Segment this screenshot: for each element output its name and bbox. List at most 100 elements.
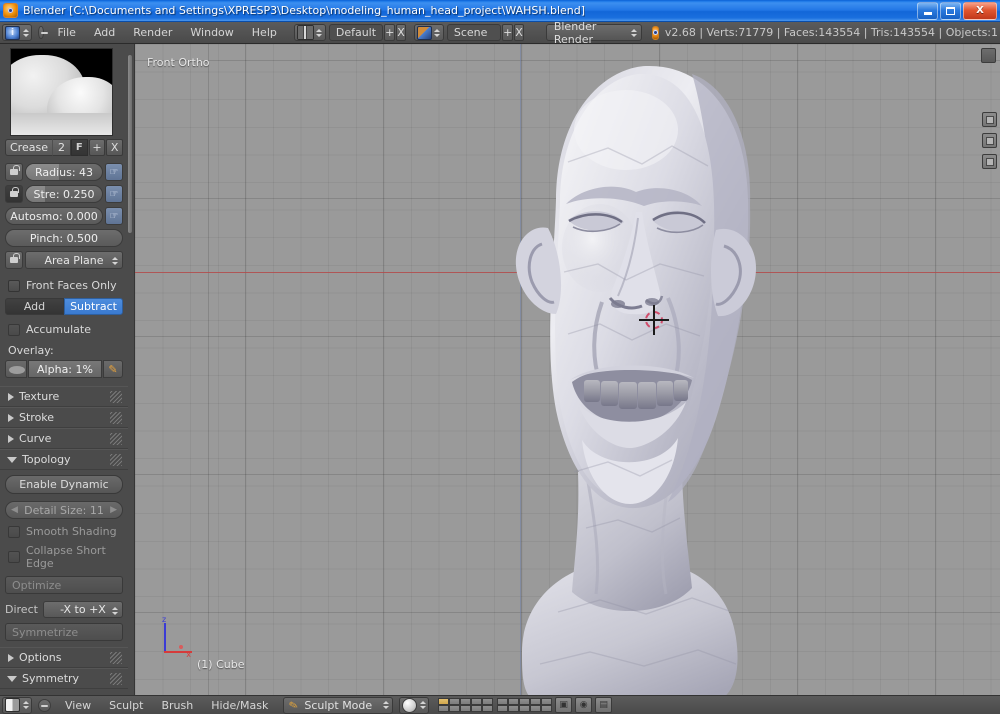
- unlink-brush-button[interactable]: X: [106, 139, 123, 156]
- collapse-menu-icon-bottom[interactable]: [38, 698, 51, 712]
- symmetrize-button[interactable]: Symmetrize: [5, 623, 123, 641]
- render-preview-icon[interactable]: ▣: [555, 697, 573, 713]
- interaction-mode-select[interactable]: ✎ Sculpt Mode: [283, 696, 394, 714]
- panel-header-texture[interactable]: Texture: [0, 386, 128, 407]
- editor-type-selector[interactable]: i: [2, 24, 32, 41]
- panel-header-symmetry[interactable]: Symmetry: [0, 668, 128, 689]
- menu-render[interactable]: Render: [124, 24, 181, 41]
- delete-screen-button[interactable]: X: [396, 24, 406, 41]
- layer-cell[interactable]: [482, 705, 494, 712]
- layer-cell[interactable]: [438, 705, 450, 712]
- layer-cell[interactable]: [449, 698, 461, 705]
- panel-header-stroke[interactable]: Stroke: [0, 407, 128, 428]
- brush-users-count[interactable]: 2: [51, 139, 71, 156]
- brush-pinch-slider[interactable]: Pinch: 0.500: [5, 229, 123, 247]
- screen-layout-name[interactable]: Default: [328, 24, 384, 41]
- maximize-button[interactable]: [940, 1, 961, 20]
- panel-header-topology[interactable]: Topology: [0, 449, 128, 470]
- strength-unified-toggle[interactable]: [5, 185, 23, 203]
- layer-cell[interactable]: [449, 705, 461, 712]
- layer-cell[interactable]: [519, 705, 531, 712]
- panel-header-options[interactable]: Options: [0, 647, 128, 668]
- layer-cell[interactable]: [460, 698, 472, 705]
- render-engine-select[interactable]: Blender Render: [545, 20, 642, 46]
- layer-cell[interactable]: [497, 698, 509, 705]
- plane-lock-toggle[interactable]: [5, 251, 23, 269]
- strength-pressure-toggle[interactable]: ☞: [105, 185, 123, 203]
- toolshelf-scrollbar[interactable]: [127, 54, 133, 234]
- layer-cell[interactable]: [530, 705, 542, 712]
- collapse-short-edge-checkbox[interactable]: [8, 551, 20, 563]
- camera-icon[interactable]: ◉: [575, 697, 593, 713]
- collapse-menu-icon[interactable]: [38, 26, 48, 39]
- layer-cell[interactable]: [460, 705, 472, 712]
- autosmooth-pressure-toggle[interactable]: ☞: [105, 207, 123, 225]
- layer-block-1[interactable]: [438, 698, 494, 712]
- front-faces-only-checkbox[interactable]: [8, 279, 20, 292]
- front-faces-only-row[interactable]: Front Faces Only: [8, 279, 123, 292]
- overlay-brush-icon[interactable]: ✎: [103, 360, 123, 378]
- add-screen-button[interactable]: +: [384, 24, 396, 41]
- delete-scene-button[interactable]: X: [514, 24, 524, 41]
- accumulate-row[interactable]: Accumulate: [8, 323, 123, 336]
- add-scene-button[interactable]: +: [502, 24, 514, 41]
- sculpted-head-mesh[interactable]: [460, 52, 810, 695]
- menu-brush[interactable]: Brush: [152, 697, 202, 714]
- new-brush-button[interactable]: +: [88, 139, 106, 156]
- layer-cell[interactable]: [438, 698, 450, 705]
- editor-type-selector-bottom[interactable]: [2, 696, 32, 714]
- layer-cell[interactable]: [471, 698, 483, 705]
- accumulate-checkbox[interactable]: [8, 323, 20, 336]
- layer-cell[interactable]: [508, 705, 520, 712]
- render-animation-icon[interactable]: ▤: [595, 697, 613, 713]
- minimize-button[interactable]: [917, 1, 938, 20]
- menu-hide-mask[interactable]: Hide/Mask: [202, 697, 277, 714]
- sculpt-plane-select[interactable]: Area Plane: [25, 251, 123, 269]
- menu-view[interactable]: View: [56, 697, 100, 714]
- menu-file[interactable]: File: [49, 24, 85, 41]
- layer-cell[interactable]: [519, 698, 531, 705]
- layer-cell[interactable]: [482, 698, 494, 705]
- smooth-shading-row[interactable]: Smooth Shading: [8, 525, 123, 538]
- close-button[interactable]: X: [963, 1, 997, 20]
- brush-fake-user-button[interactable]: F: [70, 139, 88, 156]
- scene-browse[interactable]: [413, 24, 444, 41]
- overlay-texture-preview[interactable]: [5, 360, 27, 378]
- brush-strength-slider[interactable]: Stre: 0.250: [25, 185, 103, 203]
- brush-radius-slider[interactable]: Radius: 43: [25, 163, 103, 181]
- menu-window[interactable]: Window: [181, 24, 242, 41]
- optimize-button[interactable]: Optimize: [5, 576, 123, 594]
- smooth-shading-checkbox[interactable]: [8, 525, 20, 538]
- menu-help[interactable]: Help: [243, 24, 286, 41]
- layer-cell[interactable]: [471, 705, 483, 712]
- menu-sculpt[interactable]: Sculpt: [100, 697, 152, 714]
- panel-icon-3[interactable]: [982, 154, 997, 169]
- panel-icon-1[interactable]: [982, 112, 997, 127]
- layer-cell[interactable]: [508, 698, 520, 705]
- layer-cell[interactable]: [541, 705, 553, 712]
- direction-add-button[interactable]: Add: [5, 298, 64, 315]
- scene-name[interactable]: Scene: [446, 24, 502, 41]
- detail-size-slider[interactable]: ◀ Detail Size: 11 ▶: [5, 501, 123, 519]
- layer-block-2[interactable]: [497, 698, 553, 712]
- radius-pressure-toggle[interactable]: ☞: [105, 163, 123, 181]
- panel-icon-2[interactable]: [982, 133, 997, 148]
- 3d-viewport[interactable]: Front Ortho (1) Cube z x: [135, 44, 1000, 695]
- detail-size-label: Detail Size: 11: [24, 503, 104, 517]
- brush-name[interactable]: Crease: [5, 139, 52, 156]
- layer-cell[interactable]: [497, 705, 509, 712]
- viewport-collapse-icon[interactable]: [981, 48, 996, 63]
- overlay-alpha-slider[interactable]: Alpha: 1%: [28, 360, 102, 378]
- menu-add[interactable]: Add: [85, 24, 124, 41]
- screen-layout-browse[interactable]: [293, 24, 326, 41]
- collapse-short-edge-row[interactable]: Collapse Short Edge: [8, 544, 123, 570]
- brush-autosmooth-slider[interactable]: Autosmo: 0.000: [5, 207, 103, 225]
- radius-unified-toggle[interactable]: [5, 163, 23, 181]
- enable-dynamic-topology-button[interactable]: Enable Dynamic: [5, 475, 123, 494]
- layer-cell[interactable]: [530, 698, 542, 705]
- viewport-shading-select[interactable]: [399, 696, 430, 714]
- panel-header-curve[interactable]: Curve: [0, 428, 128, 449]
- layer-cell[interactable]: [541, 698, 553, 705]
- direction-subtract-button[interactable]: Subtract: [64, 298, 123, 315]
- symmetrize-direction-select[interactable]: -X to +X: [42, 601, 123, 618]
